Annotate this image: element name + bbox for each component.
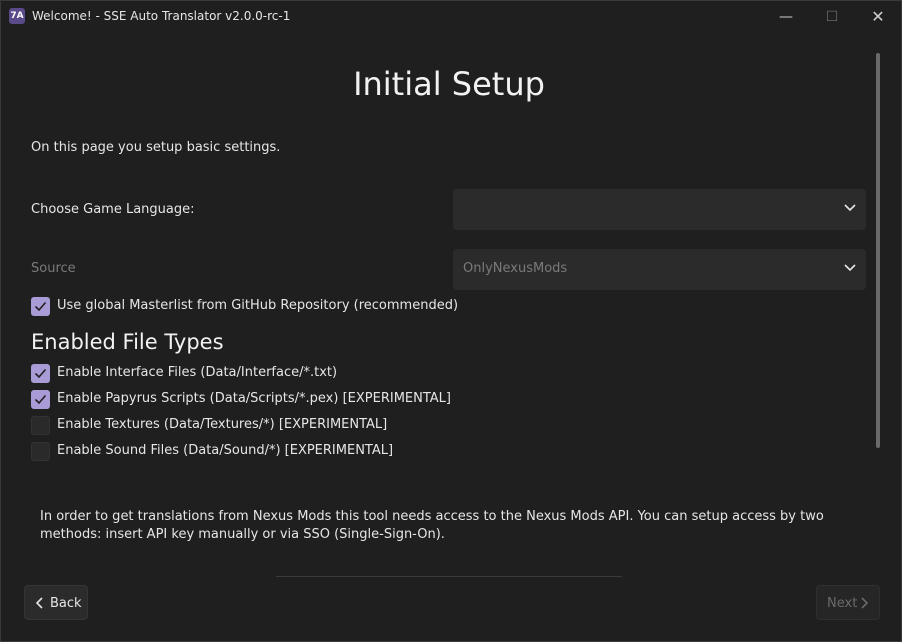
textures-label: Enable Textures (Data/Textures/*) [EXPER… xyxy=(57,417,388,432)
minimize-button[interactable]: — xyxy=(763,1,809,33)
chevron-down-icon xyxy=(844,264,856,272)
maximize-button[interactable]: ☐ xyxy=(809,1,855,33)
nexus-info-text: In order to get translations from Nexus … xyxy=(40,509,824,542)
checkmark-icon xyxy=(34,394,47,405)
back-button-label: Back xyxy=(50,596,82,611)
main-window: 7A Welcome! - SSE Auto Translator v2.0.0… xyxy=(0,0,902,642)
app-icon: 7A xyxy=(9,8,25,24)
next-button-label: Next xyxy=(827,596,858,611)
sound-files-checkbox[interactable] xyxy=(31,442,50,461)
close-button[interactable]: ✕ xyxy=(855,1,901,33)
checkmark-icon xyxy=(34,301,47,312)
interface-files-checkbox[interactable] xyxy=(31,364,50,383)
masterlist-checkbox[interactable] xyxy=(31,297,50,316)
page-title: Initial Setup xyxy=(353,65,545,103)
textures-checkbox[interactable] xyxy=(31,416,50,435)
chevron-left-icon xyxy=(35,597,43,609)
section-divider xyxy=(276,576,622,577)
file-types-heading: Enabled File Types xyxy=(31,330,224,354)
back-button[interactable]: Back xyxy=(24,585,88,620)
checkmark-icon xyxy=(34,368,47,379)
interface-files-label: Enable Interface Files (Data/Interface/*… xyxy=(57,365,338,380)
game-language-dropdown[interactable] xyxy=(453,189,866,230)
masterlist-label: Use global Masterlist from GitHub Reposi… xyxy=(57,298,459,313)
sound-files-label: Enable Sound Files (Data/Sound/*) [EXPER… xyxy=(57,443,394,458)
window-title: Welcome! - SSE Auto Translator v2.0.0-rc… xyxy=(32,9,291,23)
source-dropdown[interactable]: OnlyNexusMods xyxy=(453,249,866,290)
intro-text: On this page you setup basic settings. xyxy=(31,140,281,155)
chevron-down-icon xyxy=(844,204,856,212)
source-label: Source xyxy=(31,261,76,276)
next-button[interactable]: Next xyxy=(816,585,880,620)
papyrus-scripts-label: Enable Papyrus Scripts (Data/Scripts/*.p… xyxy=(57,391,451,406)
papyrus-scripts-checkbox[interactable] xyxy=(31,390,50,409)
chevron-right-icon xyxy=(861,597,869,609)
title-bar: 7A Welcome! - SSE Auto Translator v2.0.0… xyxy=(1,1,901,33)
source-value: OnlyNexusMods xyxy=(463,261,568,276)
vertical-scrollbar[interactable] xyxy=(876,53,880,448)
game-language-label: Choose Game Language: xyxy=(31,202,195,217)
